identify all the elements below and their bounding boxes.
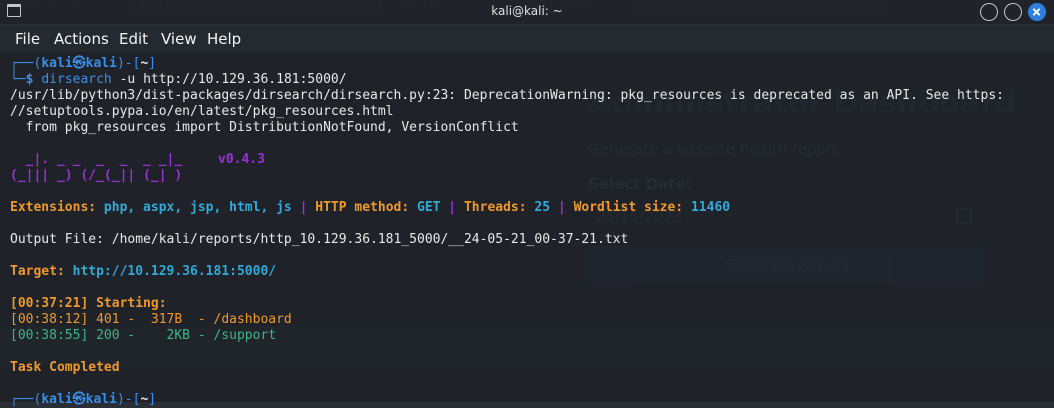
- window-titlebar[interactable]: kali@kali: ~: [0, 0, 1054, 24]
- warning-line-3: from pkg_resources import DistributionNo…: [10, 120, 519, 135]
- menu-view[interactable]: View: [161, 30, 197, 48]
- result-dashboard: [00:38:12] 401 - 317B - /dashboard: [10, 312, 292, 327]
- result-support: [00:38:55] 200 - 2KB - /support: [10, 328, 277, 343]
- close-button[interactable]: [1028, 3, 1046, 21]
- menu-edit[interactable]: Edit: [119, 30, 148, 48]
- window-title: kali@kali: ~: [491, 4, 563, 18]
- maximize-button[interactable]: [1004, 3, 1022, 21]
- task-completed-line: Task Completed: [10, 360, 120, 375]
- starting-line: [00:37:21] Starting:: [10, 296, 167, 311]
- config-line: Extensions: php, aspx, jsp, html, js | H…: [10, 200, 731, 215]
- menu-bar: File Actions Edit View Help: [0, 26, 1054, 52]
- menu-help[interactable]: Help: [207, 30, 241, 48]
- prompt-line: ┌──(kali㉿kali)-[~]: [10, 56, 157, 71]
- output-file-line: Output File: /home/kali/reports/http_10.…: [10, 232, 629, 247]
- target-line: Target: http://10.129.36.181:5000/: [10, 264, 277, 279]
- version-label: v0.4.3: [218, 152, 265, 167]
- warning-line-1: /usr/lib/python3/dist-packages/dirsearch…: [10, 88, 1004, 103]
- prompt-line-2: ┌──(kali㉿kali)-[~]: [10, 392, 157, 407]
- banner-line-1: _|. _ _ _ _ _ _|_: [10, 152, 183, 167]
- minimize-button[interactable]: [980, 3, 998, 21]
- menu-actions[interactable]: Actions: [54, 30, 109, 48]
- warning-line-2: //setuptools.pypa.io/en/latest/pkg_resou…: [10, 104, 394, 119]
- banner-line-2: (_||| _) (/_(_|| (_| ): [10, 168, 183, 183]
- terminal-output[interactable]: ┌──(kali㉿kali)-[~] └─$ dirsearch -u http…: [0, 52, 1054, 407]
- command-line: └─$ dirsearch -u http://10.129.36.181:50…: [10, 72, 347, 87]
- menu-file[interactable]: File: [15, 30, 40, 48]
